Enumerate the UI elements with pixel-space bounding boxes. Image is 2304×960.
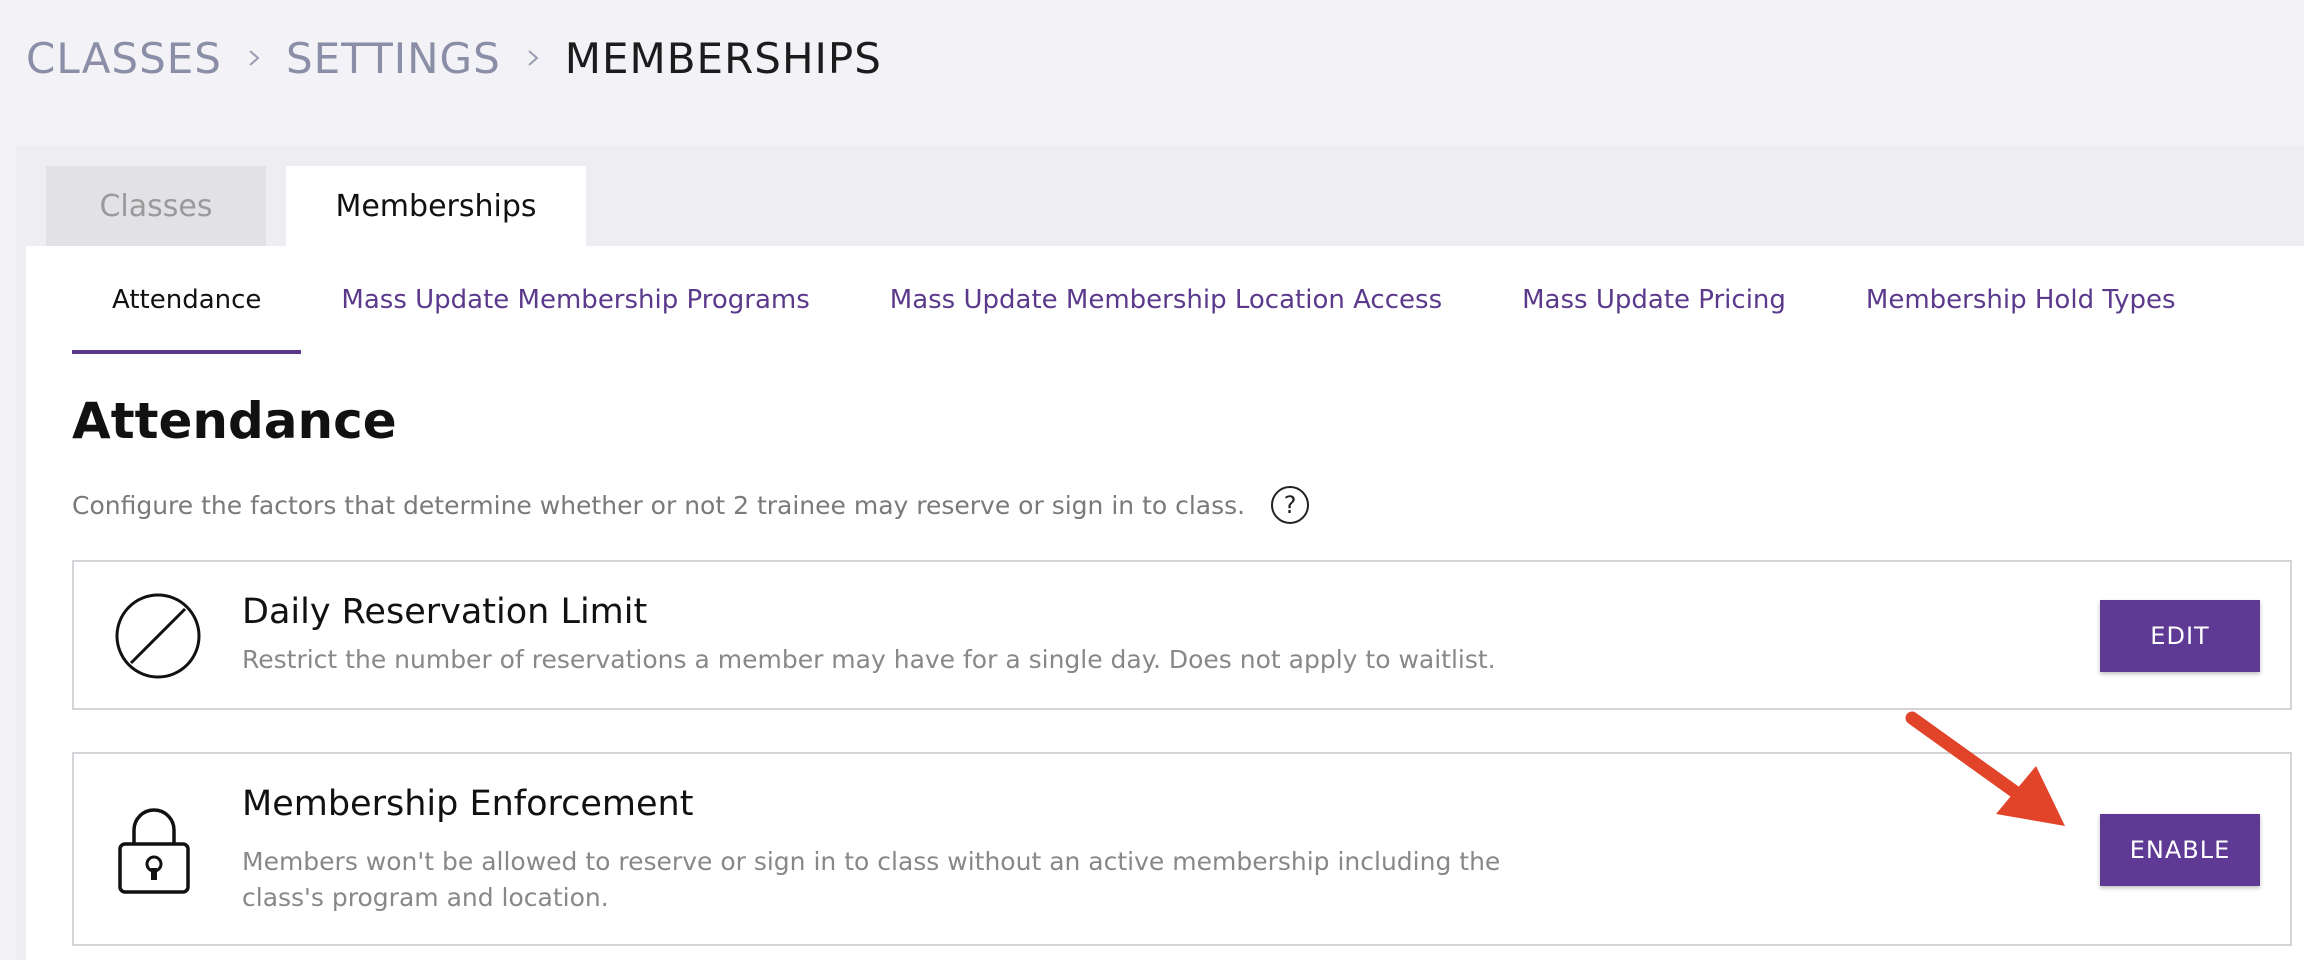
memberships-content: Attendance Mass Update Membership Progra… xyxy=(26,246,2304,960)
card-description: Members won't be allowed to reserve or s… xyxy=(242,847,1501,912)
top-tab-bar: Classes Memberships xyxy=(46,166,586,246)
card-description: Restrict the number of reservations a me… xyxy=(242,645,1496,674)
chevron-right-icon xyxy=(246,50,262,66)
section-description: Configure the factors that determine whe… xyxy=(72,486,1310,524)
settings-panel: Classes Memberships Attendance Mass Upda… xyxy=(16,146,2304,960)
breadcrumb-classes[interactable]: CLASSES xyxy=(26,34,222,83)
card-title: Daily Reservation Limit xyxy=(242,592,648,632)
subtab-membership-hold-types[interactable]: Membership Hold Types xyxy=(1866,246,2176,354)
enable-button[interactable]: ENABLE xyxy=(2100,814,2260,886)
breadcrumb-memberships: MEMBERSHIPS xyxy=(564,33,882,83)
section-description-text: Configure the factors that determine whe… xyxy=(72,490,1246,520)
breadcrumb: CLASSES SETTINGS MEMBERSHIPS xyxy=(26,30,882,86)
subtab-mass-update-location-access[interactable]: Mass Update Membership Location Access xyxy=(890,246,1442,354)
tab-classes[interactable]: Classes xyxy=(46,166,266,246)
card-daily-reservation-limit: Daily Reservation Limit Restrict the num… xyxy=(72,560,2292,710)
help-icon[interactable]: ? xyxy=(1271,486,1310,524)
no-entry-icon xyxy=(114,592,202,684)
breadcrumb-settings[interactable]: SETTINGS xyxy=(286,34,501,83)
subtab-mass-update-pricing[interactable]: Mass Update Pricing xyxy=(1522,246,1786,354)
subtab-attendance[interactable]: Attendance xyxy=(72,246,302,354)
edit-button[interactable]: EDIT xyxy=(2100,600,2260,672)
card-membership-enforcement: Membership Enforcement Members won't be … xyxy=(72,752,2292,946)
subtab-mass-update-programs[interactable]: Mass Update Membership Programs xyxy=(341,246,809,354)
card-title: Membership Enforcement xyxy=(242,784,694,824)
tab-memberships[interactable]: Memberships xyxy=(286,166,586,246)
chevron-right-icon xyxy=(525,50,541,66)
lock-icon xyxy=(114,806,194,900)
section-title: Attendance xyxy=(72,392,397,450)
sub-tab-bar: Attendance Mass Update Membership Progra… xyxy=(72,246,2256,354)
